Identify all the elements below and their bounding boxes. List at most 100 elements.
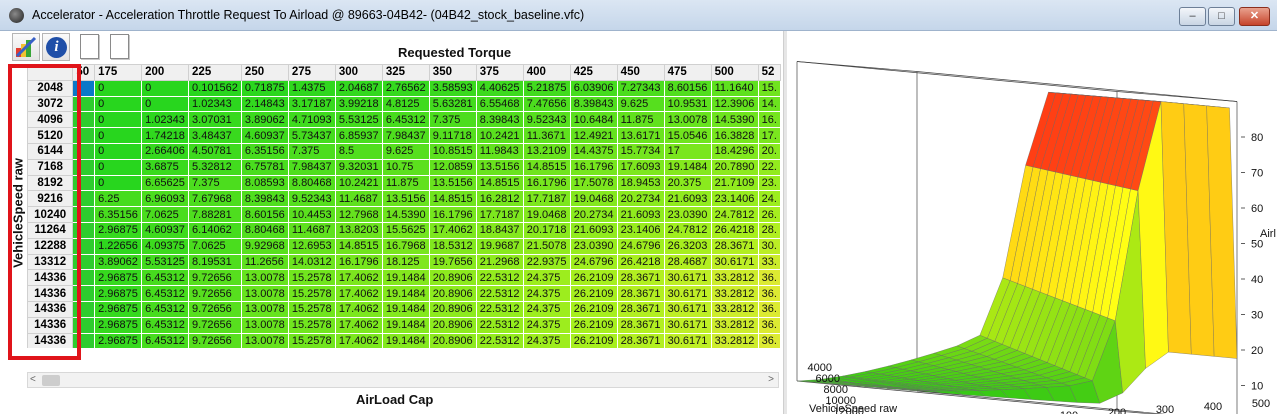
- table-cell[interactable]: 17.5078: [569, 174, 618, 192]
- column-header[interactable]: 50: [72, 64, 96, 81]
- table-cell[interactable]: 2.04687: [334, 79, 383, 97]
- table-cell[interactable]: [72, 142, 96, 160]
- table-cell[interactable]: 9.625: [616, 95, 665, 113]
- table-cell[interactable]: 13.6171: [616, 127, 665, 144]
- table-cell[interactable]: 9.52343: [522, 111, 571, 129]
- table-cell[interactable]: 10.9531: [663, 95, 712, 113]
- table-cell[interactable]: 36.: [757, 332, 781, 348]
- table-cell[interactable]: 13.0078: [240, 332, 289, 348]
- table-cell[interactable]: 33.: [757, 253, 781, 271]
- table-cell[interactable]: 8.39843: [240, 190, 289, 208]
- palette-button[interactable]: [12, 33, 40, 61]
- table-cell[interactable]: 4.09375: [141, 237, 190, 255]
- table-cell[interactable]: 1.02343: [188, 95, 242, 113]
- table-cell[interactable]: [72, 300, 96, 318]
- table-cell[interactable]: 0: [94, 111, 143, 129]
- table-cell[interactable]: 20.1718: [522, 221, 571, 239]
- table-cell[interactable]: 20.375: [663, 174, 712, 192]
- table-cell[interactable]: 20.: [757, 142, 781, 160]
- table-cell[interactable]: 10.2421: [334, 174, 383, 192]
- table-cell[interactable]: 7.47656: [522, 95, 571, 113]
- table-cell[interactable]: 2.96875: [94, 285, 143, 302]
- table-cell[interactable]: 16.3828: [710, 127, 759, 144]
- table-cell[interactable]: 23.0390: [663, 206, 712, 223]
- table-cell[interactable]: [72, 285, 96, 302]
- table-cell[interactable]: 7.0625: [141, 206, 190, 223]
- column-header[interactable]: 500: [710, 64, 759, 81]
- table-cell[interactable]: 30.6171: [663, 300, 712, 318]
- table-cell[interactable]: 17: [663, 142, 712, 160]
- column-header[interactable]: 275: [287, 64, 336, 81]
- table-cell[interactable]: [72, 79, 96, 97]
- column-header[interactable]: 175: [94, 64, 143, 81]
- table-cell[interactable]: 26.2109: [569, 316, 618, 334]
- table-cell[interactable]: 11.4687: [334, 190, 383, 208]
- table-cell[interactable]: 4.8125: [381, 95, 430, 113]
- table-cell[interactable]: 22.9375: [522, 253, 571, 271]
- table-cell[interactable]: 28.4687: [663, 253, 712, 271]
- table-cell[interactable]: 36.: [757, 285, 781, 302]
- table-cell[interactable]: 20.2734: [616, 190, 665, 208]
- column-header[interactable]: 375: [475, 64, 524, 81]
- surface-plot[interactable]: 80706050403020100Airl4000600080001000012…: [787, 31, 1277, 414]
- table-cell[interactable]: 0.101562: [188, 79, 242, 97]
- table-cell[interactable]: 6.96093: [141, 190, 190, 208]
- table-cell[interactable]: 3.99218: [334, 95, 383, 113]
- table-cell[interactable]: 22.5312: [475, 332, 524, 348]
- table-cell[interactable]: 8.80468: [287, 174, 336, 192]
- table-cell[interactable]: 14.5390: [710, 111, 759, 129]
- row-header[interactable]: 14336: [27, 285, 74, 302]
- table-cell[interactable]: 23.1406: [616, 221, 665, 239]
- table-cell[interactable]: 13.5156: [475, 158, 524, 176]
- table-cell[interactable]: 33.2812: [710, 285, 759, 302]
- table-cell[interactable]: 3.6875: [141, 158, 190, 176]
- table-cell[interactable]: 24.375: [522, 332, 571, 348]
- table-cell[interactable]: 24.375: [522, 316, 571, 334]
- table-cell[interactable]: 4.60937: [141, 221, 190, 239]
- table-cell[interactable]: 13.0078: [240, 300, 289, 318]
- scroll-thumb[interactable]: [42, 375, 60, 386]
- table-cell[interactable]: 30.6171: [710, 253, 759, 271]
- table-cell[interactable]: 16.: [757, 111, 781, 129]
- table-cell[interactable]: 3.89062: [240, 111, 289, 129]
- table-cell[interactable]: 24.6796: [616, 237, 665, 255]
- table-cell[interactable]: 14.8515: [334, 237, 383, 255]
- table-cell[interactable]: 21.6093: [616, 206, 665, 223]
- table-cell[interactable]: 18.125: [381, 253, 430, 271]
- table-cell[interactable]: 24.7812: [663, 221, 712, 239]
- table-cell[interactable]: 17.7187: [522, 190, 571, 208]
- table-cell[interactable]: 15.2578: [287, 269, 336, 287]
- table-cell[interactable]: 5.32812: [188, 158, 242, 176]
- table-cell[interactable]: [72, 332, 96, 348]
- row-header[interactable]: 8192: [27, 174, 74, 192]
- table-cell[interactable]: 6.45312: [141, 269, 190, 287]
- table-cell[interactable]: 36.: [757, 269, 781, 287]
- table-cell[interactable]: 2.66406: [141, 142, 190, 160]
- row-header[interactable]: 14336: [27, 300, 74, 318]
- column-header[interactable]: 52: [757, 64, 781, 81]
- table-cell[interactable]: 15.: [757, 79, 781, 97]
- table-cell[interactable]: 20.7890: [710, 158, 759, 176]
- table-cell[interactable]: 6.45312: [141, 285, 190, 302]
- table-cell[interactable]: [72, 316, 96, 334]
- table-cell[interactable]: 2.14843: [240, 95, 289, 113]
- table-cell[interactable]: 5.53125: [141, 253, 190, 271]
- table-cell[interactable]: 26.2109: [569, 300, 618, 318]
- copy-document-button[interactable]: [106, 33, 134, 61]
- table-cell[interactable]: [72, 206, 96, 223]
- table-cell[interactable]: 3.58593: [428, 79, 477, 97]
- table-cell[interactable]: 7.375: [287, 142, 336, 160]
- table-cell[interactable]: 13.2109: [522, 142, 571, 160]
- table-cell[interactable]: 12.3906: [710, 95, 759, 113]
- table-cell[interactable]: 17.4062: [428, 221, 477, 239]
- table-cell[interactable]: 16.7968: [381, 237, 430, 255]
- table-cell[interactable]: 19.0468: [522, 206, 571, 223]
- table-cell[interactable]: 4.71093: [287, 111, 336, 129]
- row-header[interactable]: 11264: [27, 221, 74, 239]
- table-cell[interactable]: 19.0468: [569, 190, 618, 208]
- table-cell[interactable]: 15.5625: [381, 221, 430, 239]
- table-cell[interactable]: 12.6953: [287, 237, 336, 255]
- row-header[interactable]: 7168: [27, 158, 74, 176]
- table-cell[interactable]: 21.5078: [522, 237, 571, 255]
- table-cell[interactable]: 5.63281: [428, 95, 477, 113]
